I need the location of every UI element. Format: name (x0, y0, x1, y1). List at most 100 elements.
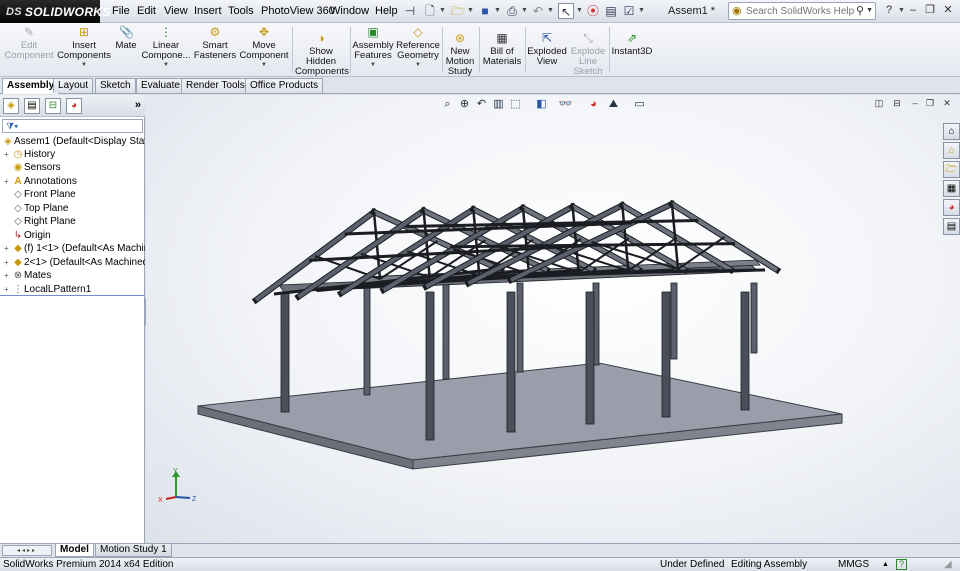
truss-king-post[interactable] (472, 209, 481, 276)
tree-node-part-2[interactable]: + ◆ 2<1> (Default<As Machined (4, 256, 145, 269)
rebuild-traffic-light-icon[interactable]: ⦿ (585, 3, 601, 19)
undo-icon[interactable]: ↶ (530, 3, 546, 19)
property-manager-tab-icon[interactable]: ▤ (24, 98, 40, 114)
steel-column[interactable] (506, 291, 516, 433)
tab-layout[interactable]: Layout (53, 78, 94, 93)
file-properties-icon[interactable]: ▤ (603, 3, 619, 19)
zoom-to-fit-icon[interactable]: ⌕ (440, 97, 455, 112)
tree-node-annotations[interactable]: + A Annotations (4, 175, 77, 188)
undo-dropdown-icon[interactable]: ▼ (547, 7, 554, 14)
truss-king-post[interactable] (521, 207, 531, 275)
save-icon[interactable]: ■ (477, 3, 493, 19)
edit-component-button[interactable]: ✎ Edit Component (3, 25, 55, 61)
tab-assembly[interactable]: Assembly (2, 78, 60, 94)
steel-column[interactable] (750, 282, 758, 354)
search-box[interactable]: ◉ ⚲ ▼ (728, 2, 876, 20)
tab-model[interactable]: Model (55, 544, 94, 557)
search-dropdown-icon[interactable]: ▼ (866, 7, 873, 14)
steel-column[interactable] (585, 291, 595, 425)
insert-components-dropdown-icon[interactable]: ▼ (56, 61, 112, 69)
options-icon[interactable]: ☑ (621, 3, 637, 19)
open-dropdown-icon[interactable]: ▼ (467, 7, 474, 14)
previous-view-icon[interactable]: ↶ (474, 97, 489, 112)
explode-line-sketch-button[interactable]: ⤡ Explode Line Sketch (569, 31, 607, 77)
instant3d-button[interactable]: ⇗ Instant3D (611, 31, 653, 57)
solidworks-logo[interactable]: DS SOLIDWORKS (0, 0, 110, 23)
print-icon[interactable]: ⎙ (504, 3, 520, 19)
select-dropdown-icon[interactable]: ▼ (576, 7, 583, 14)
view-split-icon[interactable]: ⊟ (891, 97, 903, 109)
save-dropdown-icon[interactable]: ▼ (494, 7, 501, 14)
steel-column[interactable] (661, 291, 671, 418)
appearances-icon[interactable]: ◕ (943, 199, 960, 216)
menu-window[interactable]: Window (330, 5, 369, 17)
expand-icon[interactable]: + (4, 269, 12, 282)
tab-office-products[interactable]: Office Products (245, 78, 324, 93)
view-orientation-icon[interactable]: ⬚ (508, 97, 523, 112)
reference-geometry-button[interactable]: ◇ Reference Geometry ▼ (396, 25, 440, 69)
display-manager-tab-icon[interactable]: ◕ (66, 98, 82, 114)
view-settings-icon[interactable]: ▭ (632, 97, 647, 112)
view-palette-icon[interactable]: ▦ (943, 180, 960, 197)
exploded-view-button[interactable]: ⇱ Exploded View (527, 31, 567, 67)
menu-file[interactable]: File (112, 5, 130, 17)
tab-sketch[interactable]: Sketch (95, 78, 136, 93)
hide-show-items-icon[interactable]: 👓 (558, 97, 573, 112)
viewport-minimize-icon[interactable]: – (909, 97, 921, 109)
menu-view[interactable]: View (164, 5, 188, 17)
reference-geometry-dropdown-icon[interactable]: ▼ (396, 61, 440, 69)
display-style-icon[interactable]: ◧ (534, 97, 549, 112)
feature-manager-tab-icon[interactable]: ◈ (3, 98, 19, 114)
tree-node-mates[interactable]: + ⊗ Mates (4, 269, 51, 282)
more-tabs-icon[interactable]: » (135, 99, 141, 111)
new-dropdown-icon[interactable]: ▼ (439, 7, 446, 14)
custom-properties-icon[interactable]: ▤ (943, 218, 960, 235)
units-dropdown-icon[interactable]: ▲ (882, 558, 889, 571)
tree-filter[interactable]: ⧩▾ (2, 119, 143, 133)
mate-button[interactable]: 📎 Mate (113, 25, 139, 51)
bill-of-materials-button[interactable]: ▦ Bill of Materials (482, 31, 522, 67)
print-dropdown-icon[interactable]: ▼ (521, 7, 528, 14)
tab-motion-study-1[interactable]: Motion Study 1 (95, 544, 172, 557)
steel-column[interactable] (363, 282, 371, 396)
viewport-close-icon[interactable]: ✕ (941, 97, 953, 109)
design-library-icon[interactable]: ⌂ (943, 142, 960, 159)
expand-icon[interactable]: + (4, 148, 12, 161)
assembly-features-button[interactable]: ▣ Assembly Features ▼ (352, 25, 394, 69)
tree-node-origin[interactable]: ↳ Origin (12, 229, 51, 242)
tree-node-assem1[interactable]: ◈ Assem1 (Default<Display State- (2, 135, 145, 148)
menu-photoview[interactable]: PhotoView 360 (261, 5, 335, 17)
file-explorer-icon[interactable]: 🗁 (943, 161, 960, 178)
search-input[interactable] (746, 5, 856, 18)
tab-scroll-arrows[interactable]: ◂◂▸▸ (2, 545, 52, 556)
new-motion-study-button[interactable]: ⊛ New Motion Study (444, 31, 476, 77)
options-dropdown-icon[interactable]: ▼ (638, 7, 645, 14)
pin-icon[interactable]: ⊣ (402, 3, 418, 19)
menu-tools[interactable]: Tools (228, 5, 254, 17)
new-document-icon[interactable]: 🗋 (422, 3, 438, 19)
edit-appearance-icon[interactable]: ◕ (586, 97, 601, 112)
steel-column[interactable] (425, 291, 435, 441)
expand-icon[interactable]: + (4, 256, 12, 269)
move-component-dropdown-icon[interactable]: ▼ (239, 61, 289, 69)
viewport-restore-icon[interactable]: ❐ (924, 97, 936, 109)
steel-column[interactable] (740, 291, 750, 411)
linear-pattern-button[interactable]: ⋮ Linear Compone... ▼ (141, 25, 191, 69)
help-dropdown-icon[interactable]: ▼ (898, 7, 905, 14)
tree-node-front-plane[interactable]: ◇ Front Plane (12, 188, 76, 201)
steel-column[interactable] (670, 282, 678, 360)
menu-edit[interactable]: Edit (137, 5, 156, 17)
units-selector[interactable]: MMGS (838, 558, 869, 571)
move-component-button[interactable]: ✥ Move Component ▼ (239, 25, 289, 69)
tab-render-tools[interactable]: Render Tools (181, 78, 250, 93)
steel-column[interactable] (280, 291, 290, 413)
assembly-features-dropdown-icon[interactable]: ▼ (352, 61, 394, 69)
minimize-icon[interactable]: – (906, 3, 920, 17)
help-status-icon[interactable]: ? (896, 559, 907, 570)
insert-components-button[interactable]: ⊞ Insert Components ▼ (56, 25, 112, 69)
tree-node-right-plane[interactable]: ◇ Right Plane (12, 215, 76, 228)
show-hidden-components-button[interactable]: ◑ Show Hidden Components (295, 31, 349, 77)
apply-scene-icon[interactable]: ⛰ (606, 97, 621, 112)
linear-pattern-dropdown-icon[interactable]: ▼ (141, 61, 191, 69)
steel-column[interactable] (442, 282, 450, 380)
